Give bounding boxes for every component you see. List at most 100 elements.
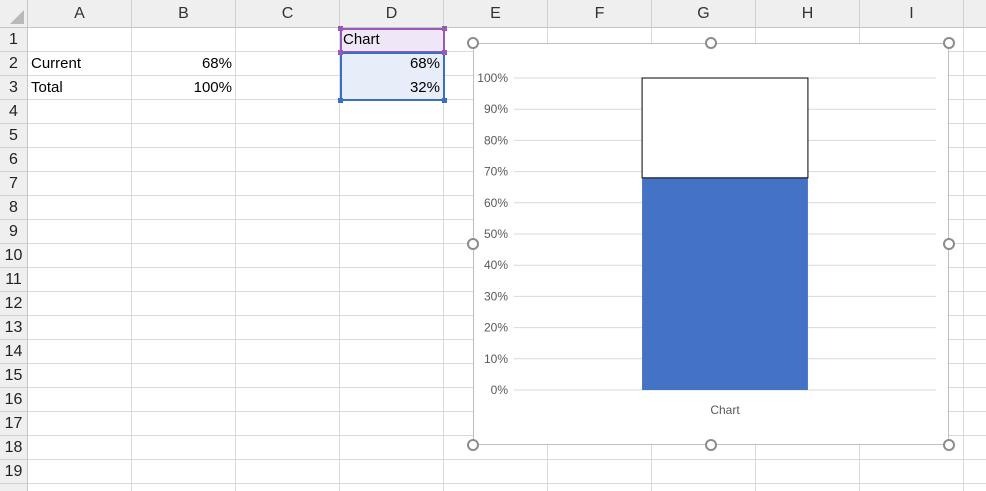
cell-a19[interactable] xyxy=(28,460,132,484)
cell-i19[interactable] xyxy=(860,460,964,484)
cell-j17[interactable] xyxy=(964,412,986,436)
row-header-2[interactable]: 2 xyxy=(0,52,28,76)
cell-d16[interactable] xyxy=(340,388,444,412)
cell-j6[interactable] xyxy=(964,148,986,172)
row-header-10[interactable]: 10 xyxy=(0,244,28,268)
cell-c9[interactable] xyxy=(236,220,340,244)
row-header-4[interactable]: 4 xyxy=(0,100,28,124)
cell-c16[interactable] xyxy=(236,388,340,412)
column-header-c[interactable]: C xyxy=(236,0,340,28)
row-header-5[interactable]: 5 xyxy=(0,124,28,148)
cell-c18[interactable] xyxy=(236,436,340,460)
cell-j5[interactable] xyxy=(964,124,986,148)
cell-j13[interactable] xyxy=(964,316,986,340)
row-header-1[interactable]: 1 xyxy=(0,28,28,52)
cell-a5[interactable] xyxy=(28,124,132,148)
cell-b19[interactable] xyxy=(132,460,236,484)
cell-c5[interactable] xyxy=(236,124,340,148)
cell-d20[interactable] xyxy=(340,484,444,491)
row-header-3[interactable]: 3 xyxy=(0,76,28,100)
column-header-f[interactable]: F xyxy=(548,0,652,28)
cell-a16[interactable] xyxy=(28,388,132,412)
cell-d13[interactable] xyxy=(340,316,444,340)
cell-c6[interactable] xyxy=(236,148,340,172)
cell-j4[interactable] xyxy=(964,100,986,124)
cell-a14[interactable] xyxy=(28,340,132,364)
cell-a7[interactable] xyxy=(28,172,132,196)
row-header-17[interactable]: 17 xyxy=(0,412,28,436)
bar-segment-remainder[interactable] xyxy=(641,77,809,179)
row-header-7[interactable]: 7 xyxy=(0,172,28,196)
cell-d8[interactable] xyxy=(340,196,444,220)
cell-d18[interactable] xyxy=(340,436,444,460)
cell-h19[interactable] xyxy=(756,460,860,484)
cell-b18[interactable] xyxy=(132,436,236,460)
row-header-18[interactable]: 18 xyxy=(0,436,28,460)
cell-d15[interactable] xyxy=(340,364,444,388)
bar-segment-current[interactable] xyxy=(642,177,808,390)
row-header-12[interactable]: 12 xyxy=(0,292,28,316)
cell-f19[interactable] xyxy=(548,460,652,484)
cell-j3[interactable] xyxy=(964,76,986,100)
range-handle-d3-bottom-right[interactable] xyxy=(442,98,447,103)
chart-object[interactable]: 0% 10% 20% 30% 40% 50% 60% 70% 80% 90% 100% Chart xyxy=(473,43,949,445)
cell-b6[interactable] xyxy=(132,148,236,172)
cell-c4[interactable] xyxy=(236,100,340,124)
column-header-i[interactable]: I xyxy=(860,0,964,28)
cell-j19[interactable] xyxy=(964,460,986,484)
cell-b14[interactable] xyxy=(132,340,236,364)
row-header-6[interactable]: 6 xyxy=(0,148,28,172)
cell-d4[interactable] xyxy=(340,100,444,124)
cell-f20[interactable] xyxy=(548,484,652,491)
cell-c19[interactable] xyxy=(236,460,340,484)
cell-b16[interactable] xyxy=(132,388,236,412)
cell-i20[interactable] xyxy=(860,484,964,491)
cell-a15[interactable] xyxy=(28,364,132,388)
cell-c8[interactable] xyxy=(236,196,340,220)
cell-a18[interactable] xyxy=(28,436,132,460)
chart-resize-handle-middle-right[interactable] xyxy=(943,238,955,250)
cell-b10[interactable] xyxy=(132,244,236,268)
row-header-15[interactable]: 15 xyxy=(0,364,28,388)
range-handle-d1-top-right[interactable] xyxy=(442,26,447,31)
cell-d5[interactable] xyxy=(340,124,444,148)
cell-a20[interactable] xyxy=(28,484,132,491)
cell-a1[interactable] xyxy=(28,28,132,52)
cell-j14[interactable] xyxy=(964,340,986,364)
cell-b8[interactable] xyxy=(132,196,236,220)
row-header-16[interactable]: 16 xyxy=(0,388,28,412)
cell-j20[interactable] xyxy=(964,484,986,491)
row-header-14[interactable]: 14 xyxy=(0,340,28,364)
column-header-d[interactable]: D xyxy=(340,0,444,28)
cell-c7[interactable] xyxy=(236,172,340,196)
cell-d6[interactable] xyxy=(340,148,444,172)
cell-b17[interactable] xyxy=(132,412,236,436)
cell-b7[interactable] xyxy=(132,172,236,196)
range-handle-d1-top-left[interactable] xyxy=(338,26,343,31)
cell-d11[interactable] xyxy=(340,268,444,292)
cell-a17[interactable] xyxy=(28,412,132,436)
cell-d10[interactable] xyxy=(340,244,444,268)
cell-j2[interactable] xyxy=(964,52,986,76)
cell-j10[interactable] xyxy=(964,244,986,268)
cell-c15[interactable] xyxy=(236,364,340,388)
range-handle-d1-bottom-right[interactable] xyxy=(442,50,447,55)
chart-resize-handle-top-middle[interactable] xyxy=(705,37,717,49)
cell-d17[interactable] xyxy=(340,412,444,436)
cell-j7[interactable] xyxy=(964,172,986,196)
cell-g20[interactable] xyxy=(652,484,756,491)
cell-c17[interactable] xyxy=(236,412,340,436)
chart-resize-handle-bottom-right[interactable] xyxy=(943,439,955,451)
cell-c12[interactable] xyxy=(236,292,340,316)
cell-a8[interactable] xyxy=(28,196,132,220)
cell-j15[interactable] xyxy=(964,364,986,388)
cell-d12[interactable] xyxy=(340,292,444,316)
cell-h20[interactable] xyxy=(756,484,860,491)
row-header-19[interactable]: 19 xyxy=(0,460,28,484)
row-header-9[interactable]: 9 xyxy=(0,220,28,244)
row-header-11[interactable]: 11 xyxy=(0,268,28,292)
cell-j8[interactable] xyxy=(964,196,986,220)
cell-c3[interactable] xyxy=(236,76,340,100)
cell-b11[interactable] xyxy=(132,268,236,292)
row-header-13[interactable]: 13 xyxy=(0,316,28,340)
